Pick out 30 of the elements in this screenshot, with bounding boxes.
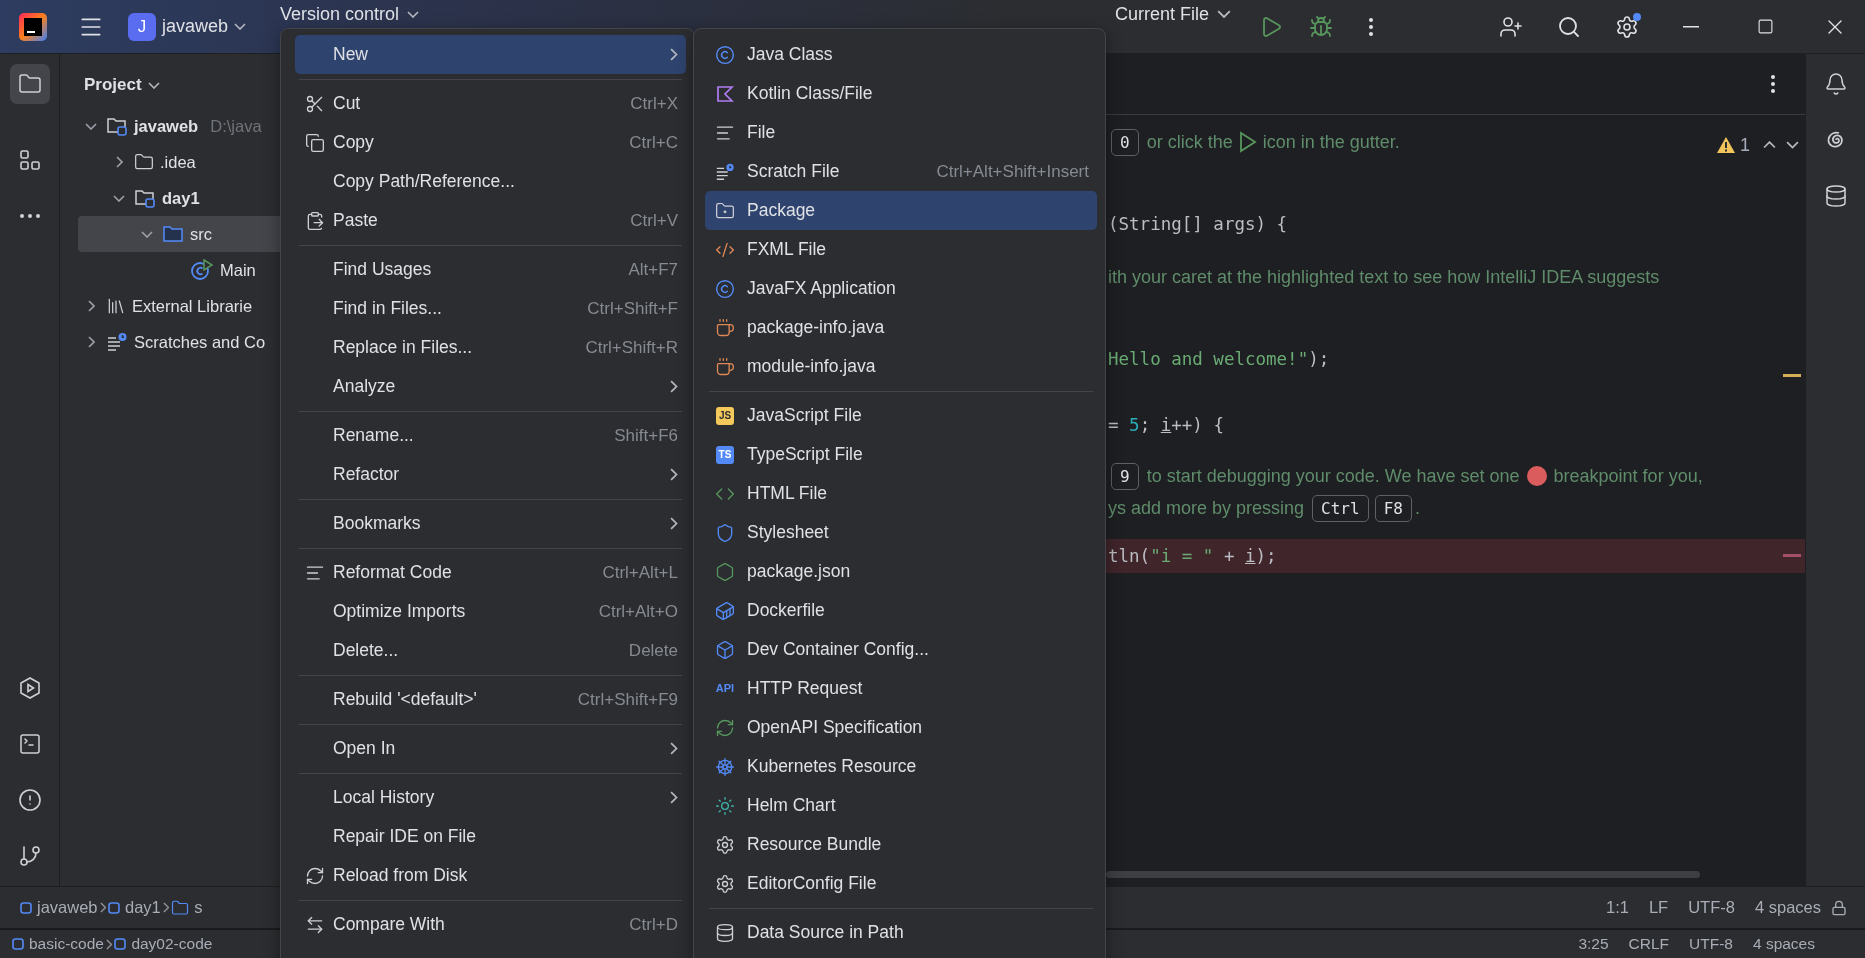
key-label: Ctrl: [1312, 494, 1369, 522]
shortcut-label: Ctrl+Alt+O: [598, 601, 678, 622]
shortcut-label: Ctrl+Shift+R: [585, 337, 678, 358]
api-icon: API: [715, 679, 735, 698]
path-label: D:\java: [210, 116, 262, 136]
shortcut-label: Ctrl+Shift+F: [587, 298, 678, 319]
shortcut-label: Ctrl+X: [630, 93, 678, 114]
typescript-icon: TS: [716, 445, 734, 464]
shortcut-label: Shift+F6: [614, 425, 678, 446]
code-line: = 5; i++) {: [1108, 414, 1224, 437]
javascript-icon: JS: [716, 406, 734, 425]
shortcut-label: Ctrl+C: [629, 132, 678, 153]
hint-text: ith your caret at the highlighted text to see how IntelliJ IDEA suggests: [1108, 265, 1660, 289]
shortcut-label: Ctrl+D: [629, 914, 678, 935]
hint-text: 0 or click the icon in the gutter.: [1108, 125, 1400, 159]
shortcut-label: Ctrl+Shift+F9: [577, 689, 678, 710]
shortcut-label: Alt+F7: [628, 259, 678, 280]
hint-text: ys add more by pressing Ctrl F8 .: [1108, 491, 1420, 525]
key-label: F8: [1374, 494, 1412, 522]
shortcut-label: Ctrl+Alt+Shift+Insert: [936, 161, 1089, 182]
code-line: (String[] args) {: [1108, 213, 1288, 236]
project-badge: J: [128, 12, 156, 41]
key-label: 9: [1111, 462, 1139, 490]
code-line: tln("i = " + i);: [1108, 545, 1277, 568]
code-line: Hello and welcome!");: [1108, 348, 1330, 371]
shortcut-label: Ctrl+Alt+L: [602, 562, 678, 583]
hint-text: 9 to start debugging your code. We have set one breakpoint for you,: [1108, 459, 1703, 493]
key-label: 0: [1111, 128, 1139, 156]
shortcut-label: Delete: [628, 640, 678, 661]
shortcut-label: Ctrl+V: [630, 210, 678, 231]
